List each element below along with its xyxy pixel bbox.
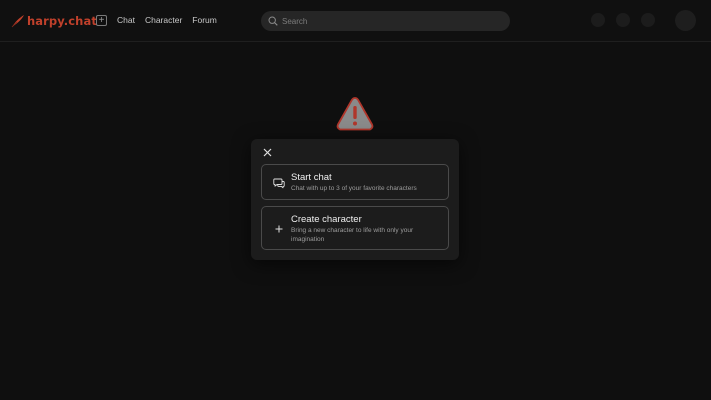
nav-character[interactable]: Character bbox=[145, 15, 182, 26]
chat-bubbles-icon bbox=[273, 178, 285, 189]
new-chat-button[interactable]: + bbox=[96, 15, 107, 26]
nav-chat[interactable]: Chat bbox=[117, 15, 135, 26]
nav-forum[interactable]: Forum bbox=[192, 15, 217, 26]
logo[interactable]: harpy.chat bbox=[11, 13, 97, 29]
plus-icon bbox=[275, 225, 283, 233]
header-action-button[interactable] bbox=[616, 13, 630, 27]
search-input[interactable] bbox=[282, 16, 492, 26]
main-nav: Chat Character Forum bbox=[117, 15, 217, 26]
plus-icon: + bbox=[98, 14, 105, 26]
create-character-option[interactable]: Create character Bring a new character t… bbox=[261, 206, 449, 250]
option-title: Start chat bbox=[291, 172, 332, 183]
new-item-dialog: Start chat Chat with up to 3 of your fav… bbox=[251, 139, 459, 260]
warning-icon bbox=[336, 97, 374, 131]
option-description: Chat with up to 3 of your favorite chara… bbox=[291, 185, 417, 192]
avatar[interactable] bbox=[675, 10, 696, 31]
search-bar[interactable] bbox=[261, 11, 510, 31]
option-description: Bring a new character to life with only … bbox=[291, 227, 414, 243]
close-icon bbox=[263, 148, 272, 157]
option-title: Create character bbox=[291, 214, 362, 225]
header-action-button[interactable] bbox=[641, 13, 655, 27]
logo-text: harpy.chat bbox=[27, 14, 97, 28]
close-button[interactable] bbox=[261, 146, 274, 159]
top-bar: harpy.chat + Chat Character Forum bbox=[0, 0, 711, 42]
start-chat-option[interactable]: Start chat Chat with up to 3 of your fav… bbox=[261, 164, 449, 200]
search-icon bbox=[268, 16, 278, 26]
header-action-button[interactable] bbox=[591, 13, 605, 27]
feather-icon bbox=[11, 15, 24, 28]
